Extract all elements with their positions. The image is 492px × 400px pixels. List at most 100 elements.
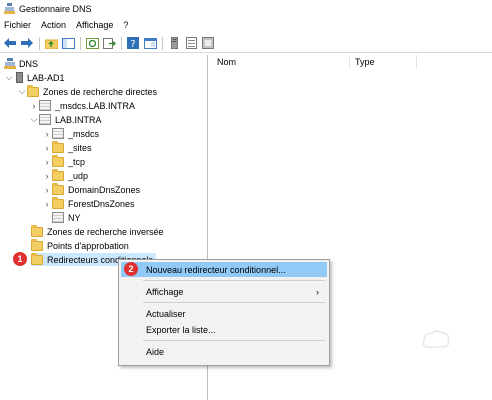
- svg-text:?: ?: [130, 39, 135, 49]
- folder-icon: [27, 84, 39, 97]
- submenu-arrow-icon: ›: [316, 286, 319, 297]
- tree-label-tcp: _tcp: [68, 156, 86, 167]
- menu-item-new-conditional-forwarder[interactable]: Nouveau redirecteur conditionnel...: [121, 262, 327, 277]
- zone-icon: [52, 128, 64, 139]
- menu-item-label: Exporter la liste...: [146, 324, 216, 335]
- toolbar-separator: [162, 36, 163, 50]
- tree-node-domaindnszones[interactable]: › DomainDnsZones: [42, 182, 141, 196]
- tree-node-dns[interactable]: DNS: [4, 57, 38, 70]
- zone-icon: [52, 212, 64, 223]
- watermark-logo-icon: [422, 330, 450, 348]
- tree-label-forward-zones: Zones de recherche directes: [43, 86, 158, 97]
- column-header-type[interactable]: Type: [355, 57, 375, 67]
- tree-node-reverse-zones[interactable]: Zones de recherche inversée: [31, 224, 164, 238]
- menu-help[interactable]: ?: [123, 20, 128, 30]
- context-menu: Nouveau redirecteur conditionnel... Affi…: [118, 259, 330, 366]
- menu-item-export-list[interactable]: Exporter la liste...: [121, 322, 327, 337]
- tree-node-server[interactable]: ⌵ LAB-AD1: [4, 71, 65, 84]
- toolbar-separator: [121, 36, 122, 50]
- tree-node-msdcs-zone[interactable]: › _msdcs.LAB.INTRA: [29, 99, 135, 112]
- menu-affichage[interactable]: Affichage: [76, 20, 113, 30]
- back-arrow-icon[interactable]: [3, 36, 17, 50]
- tree-node-lab-zone[interactable]: ⌵ LAB.INTRA: [29, 113, 102, 126]
- menu-bar: Fichier Action Affichage ?: [0, 17, 492, 32]
- step-badge-1: 1: [13, 252, 27, 266]
- menu-separator: [143, 302, 325, 303]
- folder-icon: [31, 252, 43, 265]
- step-badge-2: 2: [124, 262, 138, 276]
- chevron-right-icon[interactable]: ›: [42, 171, 52, 181]
- toolbar-separator: [39, 36, 40, 50]
- title-bar: Gestionnaire DNS: [0, 0, 492, 17]
- tree-label-msdcs: _msdcs: [68, 128, 100, 139]
- menu-action[interactable]: Action: [41, 20, 66, 30]
- export-list-icon[interactable]: [102, 36, 116, 50]
- tree-label-server: LAB-AD1: [27, 72, 65, 83]
- toolbar-separator: [80, 36, 81, 50]
- tree-node-tcp[interactable]: › _tcp: [42, 154, 86, 168]
- forward-arrow-icon[interactable]: [20, 36, 34, 50]
- menu-separator: [143, 340, 325, 341]
- column-divider[interactable]: [416, 55, 417, 69]
- menu-item-view[interactable]: Affichage ›: [121, 284, 327, 299]
- menu-item-label: Affichage: [146, 286, 184, 297]
- refresh-icon[interactable]: [85, 36, 99, 50]
- chevron-right-icon[interactable]: ›: [42, 143, 52, 153]
- zone-list-icon[interactable]: [184, 36, 198, 50]
- folder-icon: [52, 182, 64, 195]
- tree-label-reverse-zones: Zones de recherche inversée: [47, 226, 164, 237]
- tree-node-udp[interactable]: › _udp: [42, 168, 89, 182]
- chevron-right-icon[interactable]: ›: [42, 129, 52, 139]
- folder-icon: [31, 224, 43, 237]
- tree-label-lab-zone: LAB.INTRA: [55, 114, 102, 125]
- chevron-right-icon[interactable]: ›: [42, 199, 52, 209]
- help-icon[interactable]: ?: [126, 36, 140, 50]
- tree-node-forestdnszones[interactable]: › ForestDnsZones: [42, 196, 135, 210]
- dns-root-icon: [4, 58, 16, 69]
- menu-item-label: Actualiser: [146, 308, 186, 319]
- column-divider[interactable]: [349, 55, 350, 69]
- properties-icon[interactable]: [143, 36, 157, 50]
- menu-separator: [143, 280, 325, 281]
- window-title: Gestionnaire DNS: [19, 3, 92, 14]
- tree-node-ny[interactable]: NY: [52, 211, 81, 224]
- show-hide-tree-icon[interactable]: [61, 36, 75, 50]
- list-header: Nom Type: [209, 55, 492, 69]
- menu-fichier[interactable]: Fichier: [4, 20, 31, 30]
- menu-item-refresh[interactable]: Actualiser: [121, 306, 327, 321]
- chevron-down-icon[interactable]: ⌵: [4, 72, 14, 83]
- server-icon[interactable]: [167, 36, 181, 50]
- toolbar: ?: [0, 34, 492, 53]
- zone-icon: [39, 114, 51, 125]
- menu-item-label: Aide: [146, 346, 165, 357]
- tree-label-ny: NY: [68, 212, 81, 223]
- tree-label-forestdnszones: ForestDnsZones: [68, 198, 135, 209]
- folder-icon: [52, 154, 64, 167]
- tree-label-domaindnszones: DomainDnsZones: [68, 184, 141, 195]
- zone-icon: [39, 100, 51, 111]
- chevron-down-icon[interactable]: ⌵: [17, 86, 27, 97]
- folder-icon: [52, 196, 64, 209]
- dns-manager-icon: [4, 3, 15, 14]
- column-header-name[interactable]: Nom: [217, 57, 236, 67]
- tree-label-sites: _sites: [68, 142, 92, 153]
- zone-properties-icon[interactable]: [201, 36, 215, 50]
- menu-item-help[interactable]: Aide: [121, 344, 327, 359]
- up-folder-icon[interactable]: [44, 36, 58, 50]
- tree-label-udp: _udp: [68, 170, 89, 181]
- chevron-right-icon[interactable]: ›: [42, 185, 52, 195]
- menu-item-label: Nouveau redirecteur conditionnel...: [146, 264, 286, 275]
- server-icon: [16, 72, 23, 83]
- chevron-down-icon[interactable]: ⌵: [29, 114, 39, 125]
- tree-label-dns: DNS: [19, 58, 39, 69]
- chevron-right-icon[interactable]: ›: [42, 157, 52, 167]
- tree-node-forward-zones[interactable]: ⌵ Zones de recherche directes: [17, 84, 158, 98]
- folder-icon: [52, 140, 64, 153]
- tree-label-msdcs-zone: _msdcs.LAB.INTRA: [55, 100, 136, 111]
- tree-label-trust-points: Points d'approbation: [47, 240, 129, 251]
- tree-node-msdcs[interactable]: › _msdcs: [42, 127, 99, 140]
- tree-node-trust-points[interactable]: Points d'approbation: [31, 238, 129, 252]
- folder-icon: [52, 168, 64, 181]
- chevron-right-icon[interactable]: ›: [29, 101, 39, 111]
- tree-node-sites[interactable]: › _sites: [42, 140, 92, 154]
